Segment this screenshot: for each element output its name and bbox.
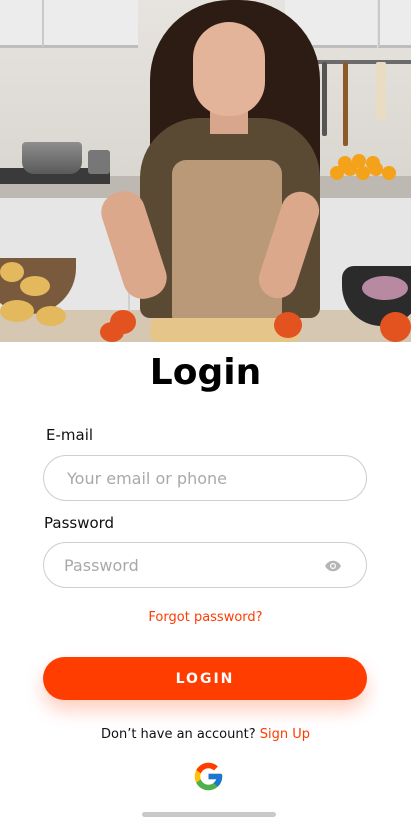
tomato	[100, 322, 124, 342]
onion	[362, 276, 408, 300]
tomato	[380, 312, 411, 342]
email-field-wrapper[interactable]	[43, 455, 367, 501]
face	[193, 22, 265, 116]
potato	[0, 300, 34, 322]
cabinet	[378, 0, 411, 48]
tomato	[274, 312, 302, 338]
eye-icon[interactable]	[324, 557, 342, 575]
hero-image	[0, 0, 411, 342]
email-label: E-mail	[46, 426, 94, 444]
oranges	[330, 154, 400, 182]
google-icon[interactable]	[192, 760, 225, 793]
cabinet	[42, 0, 138, 48]
signup-link[interactable]: Sign Up	[260, 727, 310, 742]
apron	[172, 160, 282, 320]
potato	[20, 276, 50, 296]
pot	[22, 142, 82, 174]
forgot-password-link[interactable]: Forgot password?	[0, 610, 411, 625]
signup-row: Don’t have an account? Sign Up	[0, 727, 411, 742]
signup-prompt: Don’t have an account?	[100, 727, 256, 742]
utensil	[343, 62, 348, 146]
kettle	[88, 150, 110, 174]
cabinet	[0, 0, 42, 48]
page-title: Login	[149, 352, 262, 393]
email-field[interactable]	[44, 468, 366, 488]
potato	[36, 306, 66, 326]
password-field[interactable]	[44, 555, 366, 575]
login-button[interactable]: LOGIN	[43, 657, 367, 700]
potato	[0, 262, 24, 282]
password-label: Password	[44, 514, 115, 532]
password-field-wrapper[interactable]	[43, 542, 367, 588]
utensil	[376, 62, 386, 120]
home-indicator	[142, 812, 276, 817]
utensil	[322, 62, 327, 136]
